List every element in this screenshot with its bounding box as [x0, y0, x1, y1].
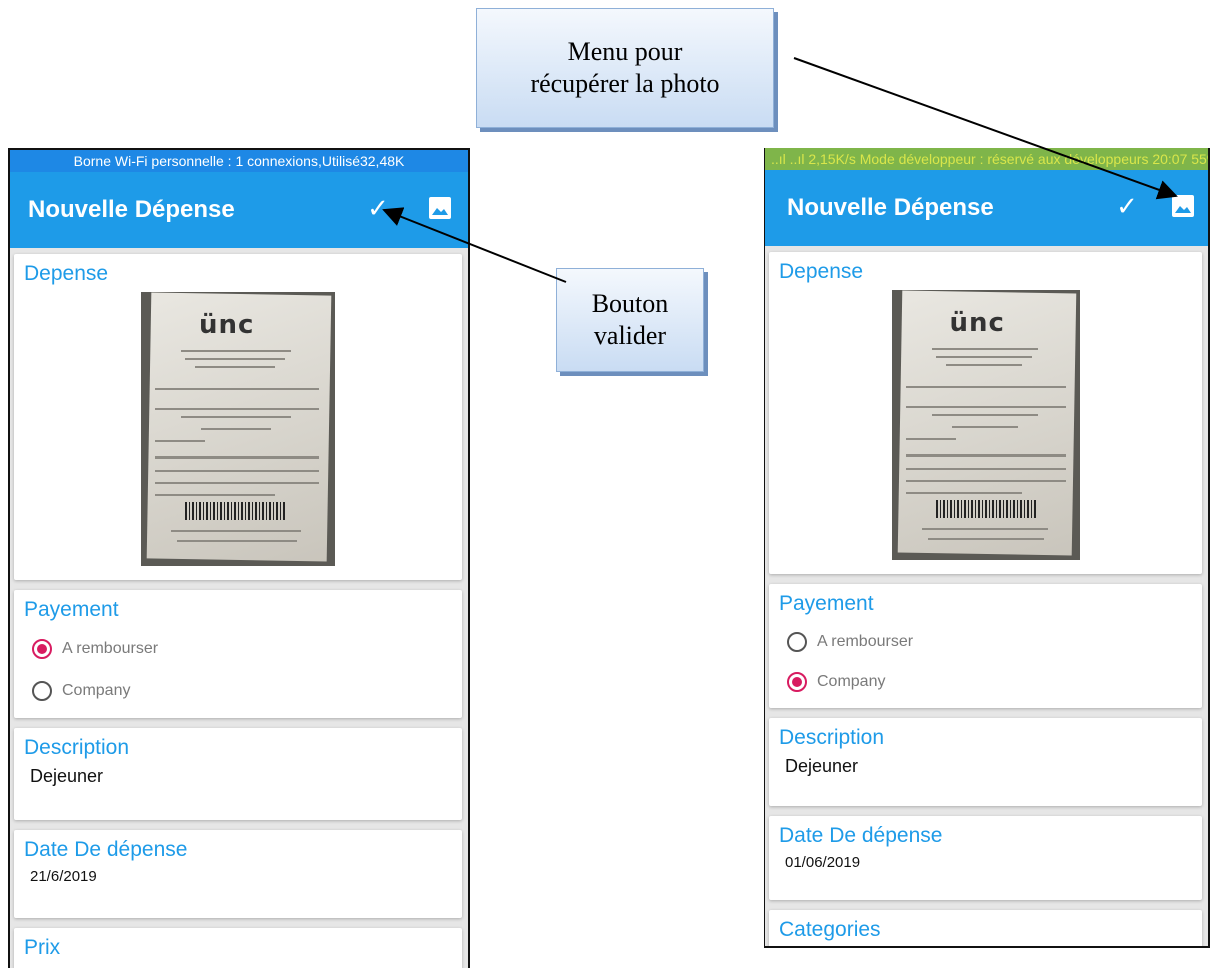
- card-description[interactable]: Description Dejeuner: [769, 718, 1202, 806]
- callout-validate-line1: Bouton: [591, 289, 669, 318]
- depense-title: Depense: [24, 262, 109, 285]
- status-bar: Borne Wi-Fi personnelle : 1 connexions,U…: [10, 150, 468, 172]
- callout-photo-menu-line1: Menu pour: [567, 37, 683, 66]
- check-icon[interactable]: ✓: [364, 194, 392, 222]
- card-date[interactable]: Date De dépense 01/06/2019: [769, 816, 1202, 900]
- card-date[interactable]: Date De dépense 21/6/2019: [14, 830, 462, 918]
- card-categories[interactable]: Categories: [769, 910, 1202, 946]
- card-prix[interactable]: Prix: [14, 928, 462, 968]
- description-title: Description: [779, 726, 885, 749]
- callout-photo-menu-line2: récupérer la photo: [530, 69, 720, 98]
- card-depense: Depense ünc: [14, 254, 462, 580]
- description-title: Description: [24, 736, 130, 759]
- radio-label: A rembourser: [817, 633, 914, 650]
- date-title: Date De dépense: [779, 824, 943, 847]
- payement-title: Payement: [24, 598, 119, 621]
- depense-title: Depense: [779, 260, 864, 283]
- radio-a-rembourser[interactable]: A rembourser: [24, 628, 452, 670]
- status-bar: ..ıl ..ıl 2,15K/s Mode développeur : rés…: [765, 148, 1208, 170]
- card-description[interactable]: Description Dejeuner: [14, 728, 462, 820]
- radio-button[interactable]: [32, 681, 52, 701]
- date-title: Date De dépense: [24, 838, 188, 861]
- receipt-logo: ünc: [949, 308, 1005, 338]
- callout-validate-line2: valider: [593, 321, 667, 350]
- check-icon[interactable]: ✓: [1113, 192, 1141, 220]
- payement-title: Payement: [779, 592, 874, 615]
- phone-screenshot-right: ..ıl ..ıl 2,15K/s Mode développeur : rés…: [764, 148, 1210, 948]
- categories-title: Categories: [779, 918, 881, 941]
- radio-label: Company: [62, 682, 131, 699]
- app-bar: Nouvelle Dépense ✓: [10, 172, 468, 248]
- phone-screenshot-left: Borne Wi-Fi personnelle : 1 connexions,U…: [8, 148, 470, 968]
- callout-photo-menu: Menu pour récupérer la photo: [476, 8, 774, 128]
- receipt-logo: ünc: [199, 310, 255, 340]
- radio-button[interactable]: [787, 672, 807, 692]
- image-icon[interactable]: [1171, 194, 1195, 218]
- radio-company[interactable]: Company: [779, 662, 1192, 702]
- app-title: Nouvelle Dépense: [28, 196, 235, 223]
- card-depense: Depense ünc: [769, 252, 1202, 574]
- description-value[interactable]: Dejeuner: [24, 766, 452, 787]
- receipt-photo: ünc: [891, 290, 1080, 560]
- callout-validate-button: Bouton valider: [556, 268, 704, 372]
- radio-label: Company: [817, 673, 886, 690]
- app-bar: Nouvelle Dépense ✓: [765, 170, 1208, 246]
- radio-button[interactable]: [787, 632, 807, 652]
- prix-title: Prix: [24, 936, 61, 959]
- date-value[interactable]: 21/6/2019: [24, 868, 452, 885]
- receipt-photo: ünc: [141, 292, 335, 566]
- radio-company[interactable]: Company: [24, 670, 452, 712]
- card-payement: Payement A rembourser Company: [14, 590, 462, 718]
- radio-button[interactable]: [32, 639, 52, 659]
- card-payement: Payement A rembourser Company: [769, 584, 1202, 708]
- description-value[interactable]: Dejeuner: [779, 756, 1192, 777]
- image-icon[interactable]: [428, 196, 452, 220]
- radio-label: A rembourser: [62, 640, 159, 657]
- radio-a-rembourser[interactable]: A rembourser: [779, 622, 1192, 662]
- date-value[interactable]: 01/06/2019: [779, 854, 1192, 871]
- app-title: Nouvelle Dépense: [787, 194, 994, 221]
